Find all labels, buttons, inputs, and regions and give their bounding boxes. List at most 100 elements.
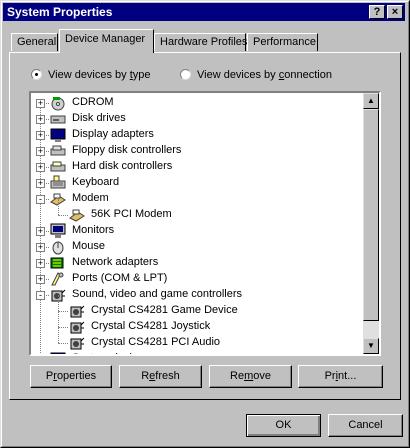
expand-icon[interactable]: + <box>36 163 45 172</box>
ok-button[interactable]: OK <box>246 414 321 437</box>
radio-label: View devices by type <box>48 69 151 81</box>
device-category-row[interactable]: + Ports (COM & LPT) <box>31 271 364 287</box>
help-button[interactable]: ? <box>369 5 385 19</box>
system-properties-window: System Properties ? × General Device Man… <box>0 0 410 448</box>
mouse-icon <box>50 239 66 255</box>
tab-label: Device Manager <box>65 33 146 45</box>
device-label: Hard disk controllers <box>72 160 173 172</box>
floppy-controller-icon <box>50 143 66 159</box>
device-category-row[interactable]: + Hard disk controllers <box>31 159 364 175</box>
tree-child-line <box>58 199 59 215</box>
disk-drive-icon <box>50 111 66 127</box>
cancel-button[interactable]: Cancel <box>328 414 403 437</box>
remove-button[interactable]: Remove <box>209 365 292 388</box>
device-category-row[interactable]: + Floppy disk controllers <box>31 143 364 159</box>
device-label: System devices <box>71 352 150 354</box>
scroll-up-arrow-icon[interactable]: ▲ <box>363 93 379 109</box>
tree-branch-line <box>58 327 68 328</box>
device-tree[interactable]: + CDROM + Disk drives + Display adapters + Flop… <box>29 91 381 356</box>
view-by-connection-radio[interactable]: View devices by connection <box>180 69 332 83</box>
device-label: Ports (COM & LPT) <box>72 272 168 284</box>
device-label: CDROM <box>72 96 114 108</box>
view-by-type-radio[interactable]: View devices by type <box>31 69 151 83</box>
device-category-row[interactable]: - Modem <box>31 191 364 207</box>
keyboard-icon <box>50 175 66 191</box>
device-row[interactable]: Crystal CS4281 Joystick <box>31 311 364 335</box>
device-category-row[interactable]: +System devices <box>31 351 364 354</box>
tab-device-manager[interactable]: Device Manager <box>59 29 154 53</box>
radio-label: View devices by connection <box>197 69 332 81</box>
device-category-row[interactable]: + Monitors <box>31 223 364 239</box>
device-label: Display adapters <box>72 128 154 140</box>
expand-icon[interactable]: + <box>36 243 45 252</box>
sound-controller-icon <box>69 335 85 351</box>
device-label: Crystal CS4281 PCI Audio <box>91 336 221 348</box>
print-button[interactable]: Print... <box>298 365 383 388</box>
device-label: Disk drives <box>72 112 126 124</box>
device-label: Crystal CS4281 Joystick <box>91 320 211 332</box>
scroll-down-arrow-icon[interactable]: ▼ <box>363 338 379 354</box>
device-label: Floppy disk controllers <box>72 144 182 156</box>
tab-label: Performance <box>253 36 316 48</box>
sound-controller-icon <box>69 319 85 335</box>
expand-icon[interactable]: + <box>36 147 45 156</box>
monitor-icon <box>50 223 66 239</box>
scroll-thumb[interactable] <box>363 109 379 321</box>
expand-icon[interactable]: + <box>36 115 45 124</box>
tree-branch-line <box>58 343 68 344</box>
cdrom-icon <box>50 95 66 111</box>
device-label: Keyboard <box>72 176 120 188</box>
tab-hardware-profiles[interactable]: Hardware Profiles <box>154 33 248 51</box>
device-category-row[interactable]: + Display adapters <box>31 127 364 143</box>
device-category-row[interactable]: + Keyboard <box>31 175 364 191</box>
tree-branch-line <box>58 215 68 216</box>
device-label: Monitors <box>72 224 115 236</box>
device-label: Network adapters <box>72 256 159 268</box>
device-category-row[interactable]: + Network adapters <box>31 255 364 271</box>
device-label: Modem <box>72 192 109 204</box>
device-category-row[interactable]: - Sound, video and game controllers <box>31 287 364 303</box>
system-device-icon <box>50 351 66 354</box>
window-title: System Properties <box>7 5 113 19</box>
device-label: Mouse <box>72 240 106 252</box>
tab-label: General <box>17 36 57 48</box>
expand-icon[interactable]: + <box>36 99 45 108</box>
close-button[interactable]: × <box>387 5 403 19</box>
tab-performance[interactable]: Performance <box>247 33 318 51</box>
radio-selected-icon <box>31 69 42 80</box>
device-category-row[interactable]: + Mouse <box>31 239 364 255</box>
device-row[interactable]: 56K PCI Modem <box>31 199 364 223</box>
tree-child-line <box>58 295 59 311</box>
modem-icon <box>69 207 85 223</box>
collapse-icon[interactable]: - <box>36 291 45 300</box>
refresh-button[interactable]: Refresh <box>119 365 202 388</box>
hard-disk-controller-icon <box>50 159 66 175</box>
network-adapter-icon <box>50 255 66 271</box>
device-label: 56K PCI Modem <box>91 208 172 220</box>
device-row[interactable]: Crystal CS4281 Game Device <box>31 295 364 319</box>
title-bar[interactable]: System Properties ? × <box>3 3 405 21</box>
expand-icon[interactable]: + <box>36 179 45 188</box>
vertical-scrollbar[interactable]: ▲ ▼ <box>363 93 379 354</box>
display-adapter-icon <box>50 127 66 143</box>
tab-label: Hardware Profiles <box>160 36 248 48</box>
device-row[interactable]: Crystal CS4281 PCI Audio <box>31 327 364 351</box>
radio-unselected-icon <box>180 69 191 80</box>
properties-button[interactable]: Properties <box>30 365 112 388</box>
tree-child-line <box>58 311 59 327</box>
expand-icon[interactable]: + <box>36 275 45 284</box>
tree-child-line <box>58 327 59 343</box>
expand-icon[interactable]: + <box>36 131 45 140</box>
expand-icon[interactable]: + <box>36 259 45 268</box>
device-label: Crystal CS4281 Game Device <box>91 304 238 316</box>
tree-branch-line <box>58 311 68 312</box>
device-tree-list: + CDROM + Disk drives + Display adapters + Flop… <box>31 93 364 354</box>
device-label: Sound, video and game controllers <box>72 288 242 300</box>
port-icon <box>50 271 66 287</box>
tab-general[interactable]: General <box>11 33 58 51</box>
expand-icon[interactable]: + <box>36 227 45 236</box>
collapse-icon[interactable]: - <box>36 195 45 204</box>
sound-controller-icon <box>69 303 85 319</box>
device-category-row[interactable]: + Disk drives <box>31 111 364 127</box>
device-category-row[interactable]: + CDROM <box>31 95 364 111</box>
